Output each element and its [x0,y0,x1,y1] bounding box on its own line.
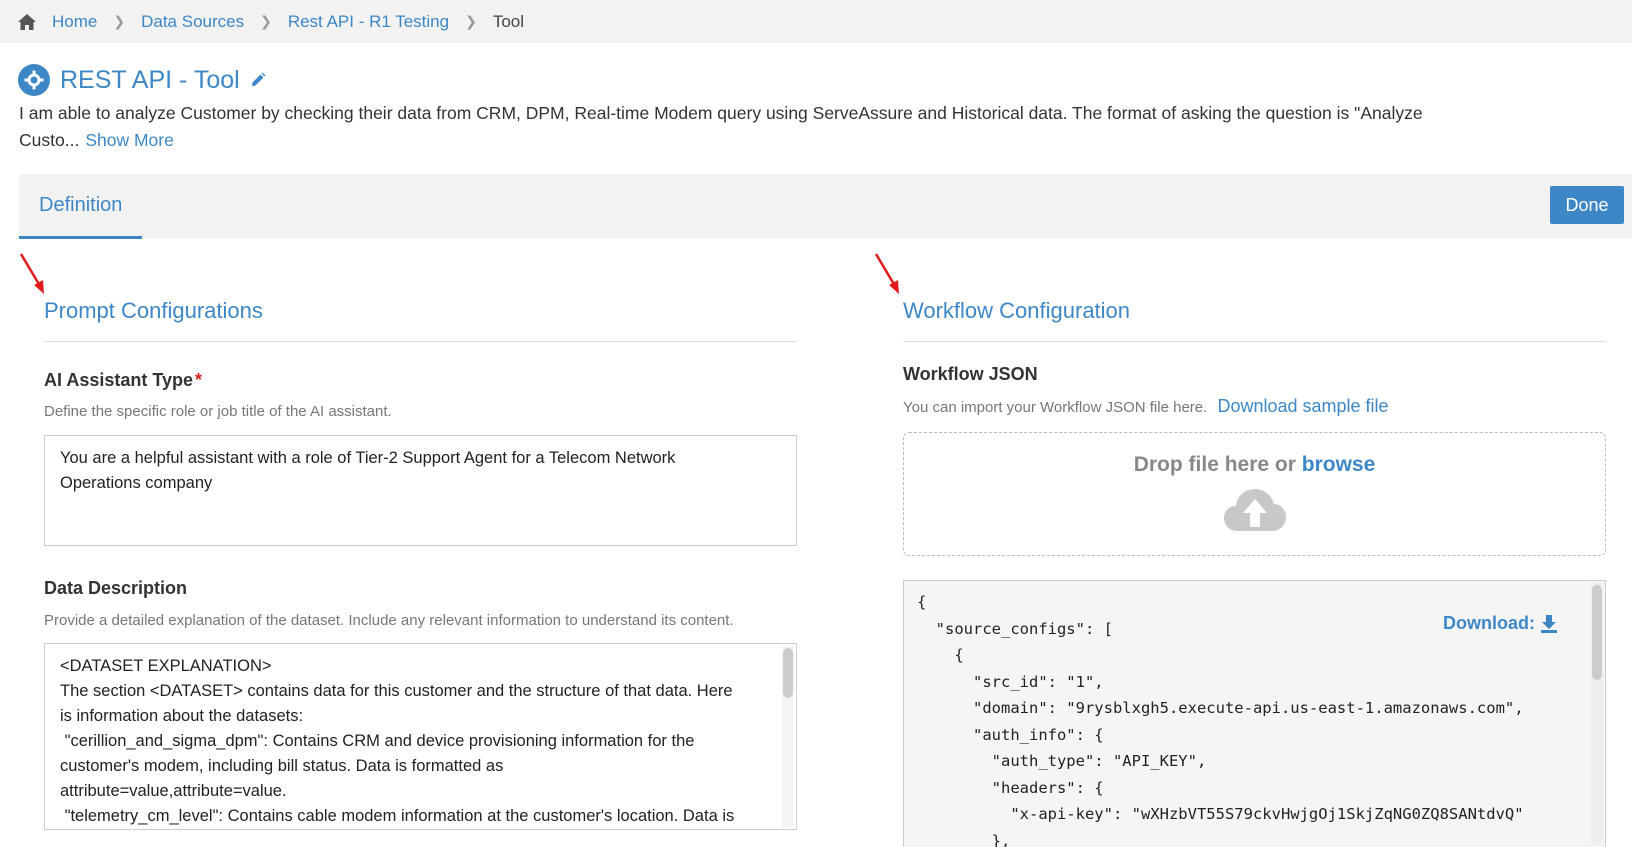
workflow-import-hint: You can import your Workflow JSON file h… [903,396,1389,417]
data-description-hint: Provide a detailed explanation of the da… [44,612,734,629]
breadcrumb: Home ❯ Data Sources ❯ Rest API - R1 Test… [0,0,1632,43]
drop-text: Drop file here or [1133,453,1296,476]
code-line: "auth_info": { [917,725,1104,744]
ai-assistant-type-input[interactable]: You are a helpful assistant with a role … [44,435,797,546]
scrollbar-thumb[interactable] [783,648,793,698]
code-line: "auth_type": "API_KEY", [917,752,1207,770]
tab-bar: Definition Done [19,174,1632,239]
home-icon[interactable] [16,11,38,33]
tool-description: I am able to analyze Customer by checkin… [19,100,1499,154]
chevron-right-icon: ❯ [260,13,272,29]
workflow-configuration-title: Workflow Configuration [903,298,1131,323]
ai-assistant-type-label-text: AI Assistant Type [44,370,194,390]
breadcrumb-data-sources[interactable]: Data Sources [141,12,244,32]
ai-assistant-type-value: You are a helpful assistant with a role … [60,449,676,492]
gear-icon [18,64,50,96]
code-line: }, [917,831,1011,847]
data-description-line: The section <DATASET> contains data for … [60,682,733,700]
description-text: I am able to analyze Customer by checkin… [19,103,1423,150]
data-description-input[interactable]: <DATASET EXPLANATION> The section <DATAS… [44,643,797,830]
workflow-import-hint-text: You can import your Workflow JSON file h… [903,399,1208,416]
data-description-line: "cerillion_and_sigma_dpm": Contains CRM … [60,732,695,750]
ai-assistant-type-hint: Define the specific role or job title of… [44,403,392,420]
code-line: "source_configs": [ [917,619,1113,638]
chevron-right-icon: ❯ [113,13,126,29]
download-sample-link[interactable]: Download sample file [1217,396,1388,416]
scrollbar-thumb[interactable] [1592,585,1602,680]
dropzone-text: Drop file here or browse [904,453,1605,477]
breadcrumb-home[interactable]: Home [52,12,97,32]
code-line: "x-api-key": "wXHzbVT55S79ckvHwjgOj1SkjZ… [917,805,1524,823]
required-mark: * [195,370,203,390]
code-line: { [917,593,927,611]
scrollbar[interactable] [782,646,794,827]
code-line: "headers": { [917,778,1104,797]
cloud-upload-icon [1224,489,1286,531]
workflow-json-editor[interactable]: { "source_configs": [ { "src_id": "1", "… [903,580,1606,847]
download-icon [1541,614,1557,633]
arrow-icon [874,253,899,294]
data-description-line: "telemetry_cm_level": Contains cable mod… [60,807,735,825]
scrollbar[interactable] [1591,583,1603,845]
page-title: REST API - Tool [60,65,240,94]
prompt-configurations-title: Prompt Configurations [44,298,263,323]
download-label: Download: [1443,613,1535,633]
browse-link[interactable]: browse [1302,453,1376,476]
data-description-line: <DATASET EXPLANATION> [60,657,272,675]
data-description-line: customer's modem, including bill status.… [60,757,504,775]
arrow-icon [19,253,44,294]
done-button[interactable]: Done [1550,186,1624,224]
breadcrumb-rest-api-r1-testing[interactable]: Rest API - R1 Testing [288,12,449,32]
code-line: "src_id": "1", [917,672,1104,691]
code-line: "domain": "9rysblxgh5.execute-api.us-eas… [917,699,1524,717]
file-dropzone[interactable]: Drop file here or browse [903,432,1606,556]
download-json-button[interactable]: Download: [1443,613,1557,634]
workflow-json-label: Workflow JSON [903,364,1038,384]
breadcrumb-current: Tool [492,11,525,31]
code-line: { [917,646,964,664]
data-description-label: Data Description [44,578,188,598]
page-header: REST API - Tool [18,64,266,96]
data-description-line: is information about the datasets: [60,707,304,725]
ai-assistant-type-label: AI Assistant Type * [44,370,202,391]
data-description-line: attribute=value,attribute=value. [60,782,287,800]
show-more-link[interactable]: Show More [85,130,174,150]
chevron-right-icon: ❯ [465,13,477,29]
tab-definition[interactable]: Definition [19,174,143,239]
divider [903,341,1606,342]
divider [44,341,797,342]
pencil-icon[interactable] [250,72,266,88]
